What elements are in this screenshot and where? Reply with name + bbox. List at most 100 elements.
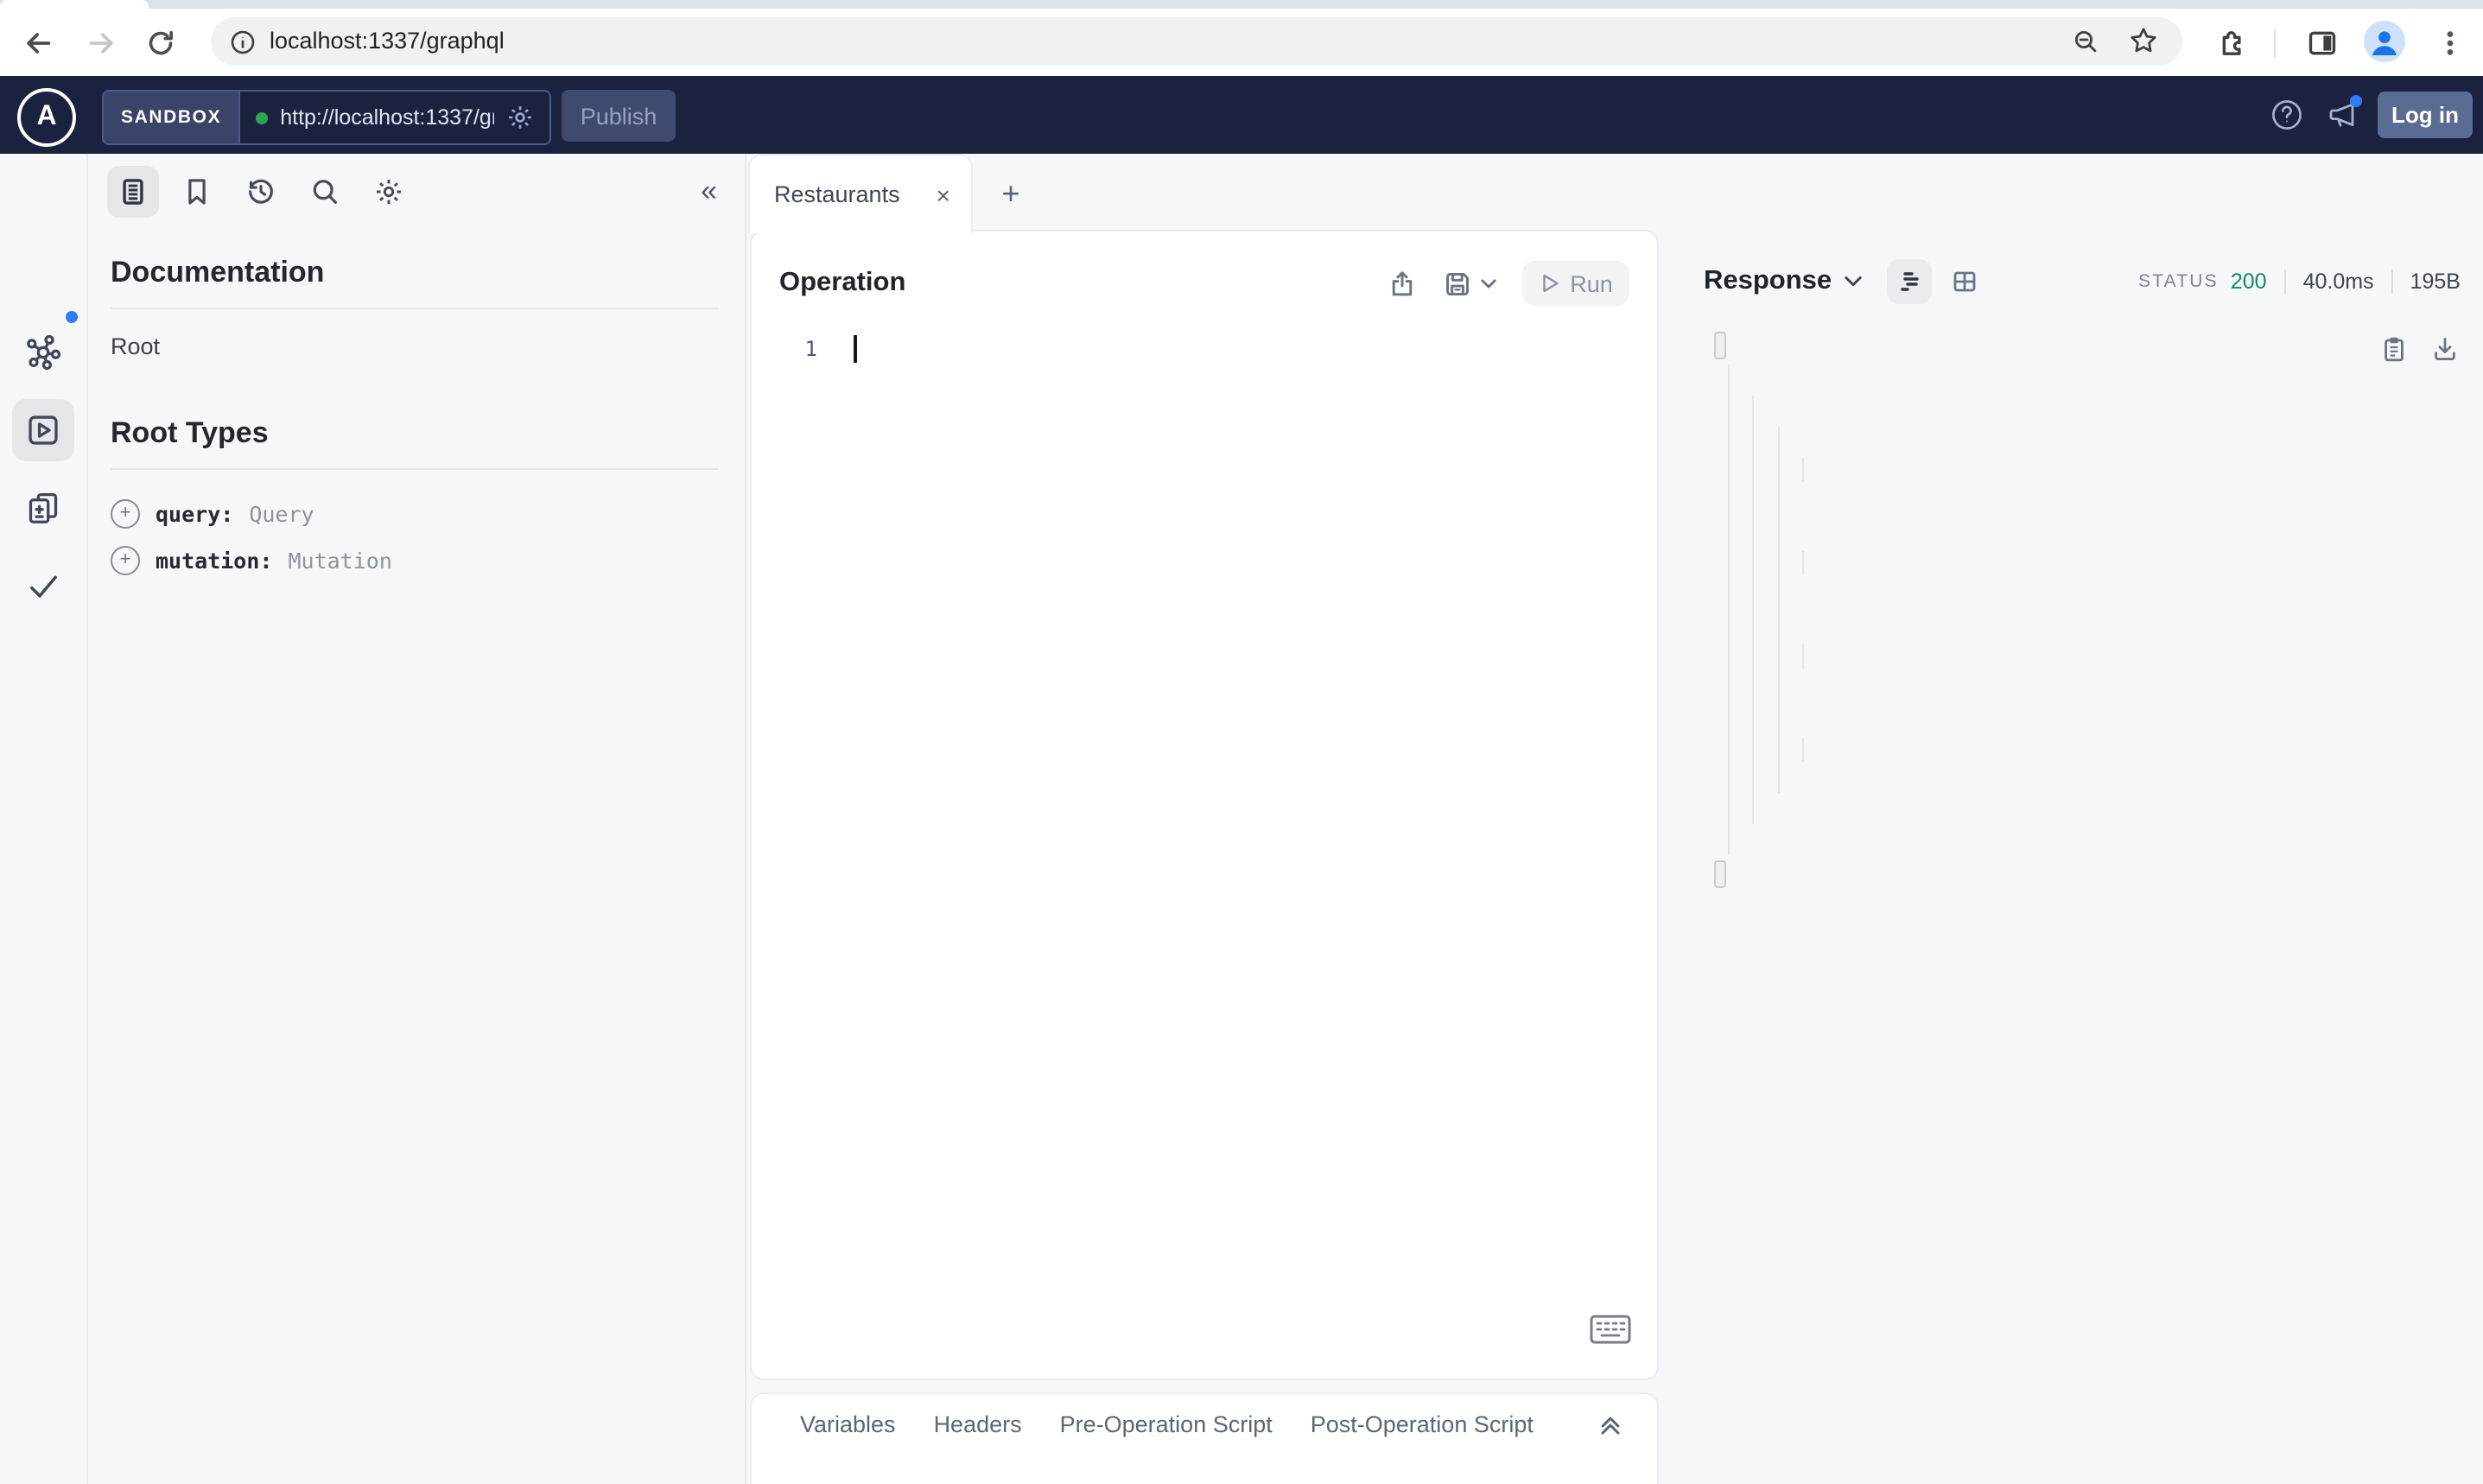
root-type-query[interactable]: + query: Query (111, 491, 719, 537)
bottom-tab-pre-operation-script[interactable]: Pre-Operation Script (1060, 1411, 1273, 1437)
apollo-logo-letter: A (36, 102, 57, 131)
forward-icon[interactable] (86, 28, 117, 59)
endpoint-url[interactable]: http://localhost:1337/gra... (280, 105, 494, 130)
operation-collections-icon[interactable] (12, 477, 74, 539)
bottom-tab-variables[interactable]: Variables (800, 1411, 896, 1437)
checks-icon[interactable] (12, 555, 74, 617)
indent-guide (1802, 551, 1805, 575)
tab-restaurants[interactable]: Restaurants × (748, 154, 973, 233)
browser-toolbar: localhost:1337/graphql (0, 9, 2483, 76)
schema-notification-dot (66, 311, 78, 323)
run-button[interactable]: Run (1522, 261, 1629, 306)
response-header: Response STATUS 200 40.0ms 195B (1704, 257, 2461, 306)
response-meta: STATUS 200 40.0ms 195B (2138, 270, 2461, 294)
history-icon[interactable] (235, 166, 287, 218)
json-line (1721, 579, 2473, 610)
schema-graph-icon[interactable] (12, 321, 74, 384)
saved-collections-bookmark-icon[interactable] (171, 166, 223, 218)
publish-button[interactable]: Publish (562, 90, 676, 142)
docs-root-link[interactable]: Root (111, 333, 160, 359)
sandbox-badge: SANDBOX (104, 92, 241, 143)
indent-guide (1802, 458, 1805, 482)
indent-guide (1728, 365, 1730, 855)
apollo-logo[interactable]: A (17, 88, 76, 147)
site-info-icon[interactable] (230, 29, 256, 55)
search-icon[interactable] (299, 166, 351, 218)
help-icon[interactable] (2270, 98, 2303, 131)
status-label: STATUS (2137, 271, 2219, 292)
operation-subpanels: Variables Headers Pre-Operation Script Post… (750, 1392, 1659, 1484)
fold-handle[interactable] (1714, 860, 1726, 888)
table-view-icon[interactable] (1942, 259, 1987, 304)
json-line (1714, 859, 2473, 890)
browser-tab-strip (0, 0, 2483, 9)
save-options-chevron-down-icon[interactable] (1481, 277, 1496, 289)
bottom-tabs: Variables Headers Pre-Operation Script Post… (800, 1411, 1572, 1437)
toolbar-divider (2274, 29, 2276, 57)
json-line (1721, 703, 2473, 734)
bottom-tab-headers[interactable]: Headers (934, 1411, 1022, 1437)
side-panel-icon[interactable] (2307, 28, 2338, 59)
zoom-out-icon[interactable] (2072, 28, 2099, 55)
announcements-megaphone-icon[interactable] (2326, 95, 2362, 131)
settings-gear-icon[interactable] (363, 166, 415, 218)
login-button[interactable]: Log in (2378, 91, 2473, 137)
root-type-value: Query (249, 501, 314, 527)
explorer-icon[interactable] (12, 399, 74, 461)
expand-circle-plus-icon[interactable]: + (111, 499, 140, 529)
extensions-puzzle-icon[interactable] (2215, 28, 2246, 59)
url-text[interactable]: localhost:1337/graphql (270, 28, 505, 54)
endpoint-pill: SANDBOX http://localhost:1337/gra... (102, 90, 551, 145)
root-type-mutation[interactable]: + mutation: Mutation (111, 537, 719, 584)
json-line (1721, 765, 2473, 796)
operation-title: Operation (779, 268, 906, 297)
root-types-list: + query: Query + mutation: Mutation (111, 491, 719, 584)
new-tab-icon[interactable]: + (990, 173, 1032, 214)
json-line (1721, 672, 2473, 703)
expand-circle-plus-icon[interactable]: + (111, 546, 140, 575)
browser-active-tab[interactable] (0, 0, 149, 9)
back-icon[interactable] (22, 28, 54, 59)
json-line (1721, 734, 2473, 765)
response-panel: Response STATUS 200 40.0ms 195B (1659, 154, 2483, 1484)
documentation-panel: « Documentation Root Root Types + query: Q… (86, 154, 746, 1484)
reload-icon[interactable] (145, 28, 176, 59)
announcement-notification-dot (2350, 95, 2362, 107)
bottom-tab-post-operation-script[interactable]: Post-Operation Script (1311, 1411, 1534, 1437)
divider (2283, 270, 2286, 294)
status-code: 200 (2230, 270, 2267, 294)
docs-title: Documentation (111, 256, 325, 289)
root-type-name: query: (156, 501, 234, 527)
json-line (1721, 828, 2473, 859)
fold-handle[interactable] (1714, 332, 1726, 359)
save-floppy-icon[interactable] (1443, 269, 1472, 298)
endpoint-input[interactable]: http://localhost:1337/gra... (240, 92, 549, 143)
json-line (1721, 423, 2473, 454)
keyboard-shortcuts-icon[interactable] (1590, 1315, 1631, 1344)
share-operation-icon[interactable] (1388, 269, 1417, 298)
json-line (1721, 361, 2473, 392)
json-view-icon[interactable] (1887, 259, 1933, 304)
save-operation-group[interactable] (1443, 269, 1496, 298)
indent-guide (1752, 396, 1755, 824)
collapse-docs-icon[interactable]: « (701, 174, 717, 209)
response-json[interactable] (1714, 330, 2473, 890)
indent-guide (1802, 644, 1805, 669)
run-play-icon (1542, 274, 1558, 293)
browser-profile-avatar[interactable] (2364, 21, 2405, 62)
endpoint-settings-gear-icon[interactable] (506, 104, 534, 131)
bookmark-star-icon[interactable] (2129, 26, 2158, 55)
json-line (1714, 330, 2473, 361)
close-tab-icon[interactable]: × (937, 181, 950, 208)
operation-actions: Run (1388, 261, 1629, 306)
operation-editor[interactable]: 1 (752, 333, 856, 363)
root-type-name: mutation: (156, 548, 273, 574)
browser-menu-dots-icon[interactable] (2435, 28, 2466, 59)
response-chevron-down-icon[interactable] (1844, 275, 1863, 289)
address-bar[interactable]: localhost:1337/graphql (211, 17, 2182, 66)
root-types-title: Root Types (111, 416, 269, 449)
apollo-header: A SANDBOX http://localhost:1337/gra... P… (0, 76, 2483, 154)
expand-panel-chevrons-up-icon[interactable] (1598, 1413, 1623, 1437)
json-line (1721, 454, 2473, 485)
documentation-tab-icon[interactable] (107, 166, 159, 218)
